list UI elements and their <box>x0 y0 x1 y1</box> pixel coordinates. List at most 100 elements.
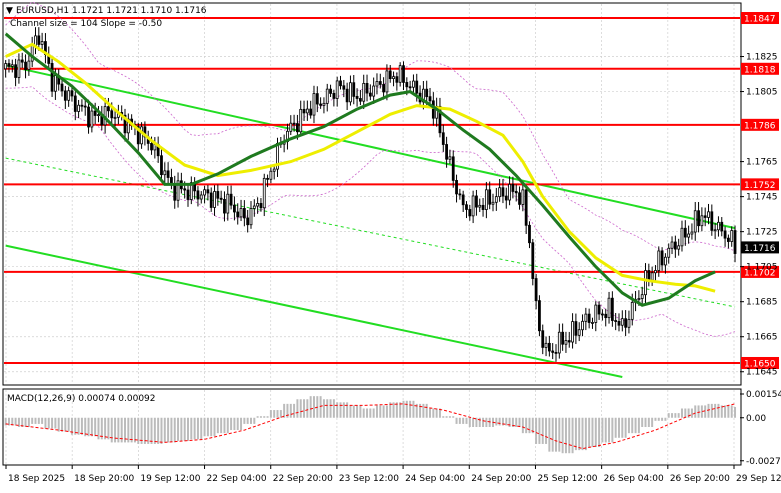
macd-histogram-bar <box>462 417 465 424</box>
candle-body <box>315 93 319 105</box>
macd-histogram-bar <box>588 417 591 448</box>
candle-body <box>664 256 667 266</box>
candle-body <box>339 80 342 87</box>
macd-histogram-bar <box>249 417 252 424</box>
macd-histogram-bar <box>372 408 375 418</box>
macd-histogram-bar <box>269 410 272 418</box>
macd-histogram-bar <box>223 417 226 434</box>
price-tick-label: 1.1685 <box>746 298 778 308</box>
macd-histogram-bar <box>714 403 717 418</box>
candle-body <box>269 170 273 180</box>
macd-histogram-bar <box>594 417 597 448</box>
macd-histogram-bar <box>717 403 720 418</box>
candle-body <box>673 241 677 250</box>
macd-histogram-bar <box>375 405 378 418</box>
macd-histogram-bar <box>51 417 54 429</box>
candle-body <box>538 300 541 332</box>
candle-body <box>90 110 94 128</box>
macd-histogram-bar <box>637 417 640 434</box>
macd-histogram-bar <box>624 417 627 438</box>
macd-histogram-bar <box>77 417 80 435</box>
macd-histogram-bar <box>680 408 683 418</box>
candle-body <box>713 229 717 232</box>
candle-body <box>730 230 734 242</box>
macd-histogram-bar <box>578 417 581 451</box>
candle-body <box>256 203 260 207</box>
macd-histogram-bar <box>143 417 146 444</box>
candle-body <box>468 209 472 217</box>
candle-body <box>597 304 601 315</box>
macd-histogram-bar <box>508 417 511 427</box>
macd-histogram-bar <box>24 417 27 427</box>
candle-body <box>236 211 240 218</box>
time-label: 19 Sep 12:00 <box>140 474 200 484</box>
symbol-arrow-icon[interactable]: ▼ <box>6 6 13 16</box>
macd-histogram-bar <box>226 417 229 434</box>
macd-histogram-bar <box>183 417 186 441</box>
candle-body <box>398 65 402 83</box>
macd-histogram-bar <box>482 417 485 427</box>
macd-histogram-bar <box>196 417 199 440</box>
macd-histogram-bar <box>190 417 193 440</box>
macd-histogram-bar <box>468 417 471 427</box>
candle-body <box>345 88 349 103</box>
candle-body <box>302 108 306 114</box>
candle-body <box>266 177 269 180</box>
time-label: 22 Sep 20:00 <box>273 474 333 484</box>
macd-histogram-bar <box>240 417 243 431</box>
candle-body <box>524 189 528 226</box>
macd-histogram-bar <box>187 417 189 441</box>
macd-histogram-bar <box>163 417 166 443</box>
macd-histogram-bar <box>34 417 37 424</box>
candle-body <box>160 155 163 176</box>
macd-histogram-bar <box>667 413 670 418</box>
candle-body <box>150 143 153 151</box>
macd-histogram-bar <box>555 417 557 452</box>
macd-histogram-bar <box>561 417 564 454</box>
macd-histogram-bar <box>574 417 577 451</box>
candle-body <box>491 201 495 205</box>
macd-histogram-bar <box>243 417 246 424</box>
macd-histogram-bar <box>399 402 402 418</box>
macd-histogram-bar <box>332 399 335 418</box>
price-tick-label: 1.1725 <box>746 228 778 238</box>
macd-histogram-bar <box>114 417 117 443</box>
candle-body <box>640 294 644 299</box>
price-tick-label: 1.1665 <box>746 333 778 343</box>
macd-histogram-bar <box>180 417 183 441</box>
candle-body <box>601 313 604 316</box>
candle-body <box>564 340 568 345</box>
macd-histogram-bar <box>581 417 584 451</box>
candle-body <box>70 90 74 97</box>
candle-body <box>382 84 385 93</box>
candle-body <box>173 184 177 201</box>
macd-histogram-bar <box>306 399 309 418</box>
candle-body <box>342 85 346 90</box>
macd-histogram-bar <box>584 417 587 451</box>
macd-histogram-bar <box>697 405 700 418</box>
macd-histogram-bar <box>429 408 432 418</box>
time-label: 24 Sep 20:00 <box>471 474 531 484</box>
macd-histogram-bar <box>535 417 538 444</box>
candle-body <box>272 168 276 172</box>
candle-body <box>209 192 213 208</box>
macd-histogram-bar <box>293 403 296 418</box>
macd-histogram-bar <box>346 402 349 418</box>
macd-histogram-bar <box>647 417 650 427</box>
macd-histogram-bar <box>568 417 571 454</box>
macd-histogram-bar <box>104 417 107 440</box>
macd-histogram-bar <box>379 405 382 418</box>
candle-body <box>471 195 475 217</box>
macd-histogram-bar <box>608 417 611 443</box>
candle-body <box>521 189 525 205</box>
level-label: 1.1818 <box>744 65 776 75</box>
macd-histogram-bar <box>545 417 548 444</box>
macd-histogram-bar <box>336 402 339 418</box>
candle-body <box>252 205 256 209</box>
candle-body <box>567 340 571 343</box>
macd-histogram-bar <box>356 405 359 418</box>
macd-histogram-bar <box>690 408 693 418</box>
candle-body <box>259 203 263 209</box>
candle-body <box>216 191 220 199</box>
candle-body <box>720 221 724 232</box>
